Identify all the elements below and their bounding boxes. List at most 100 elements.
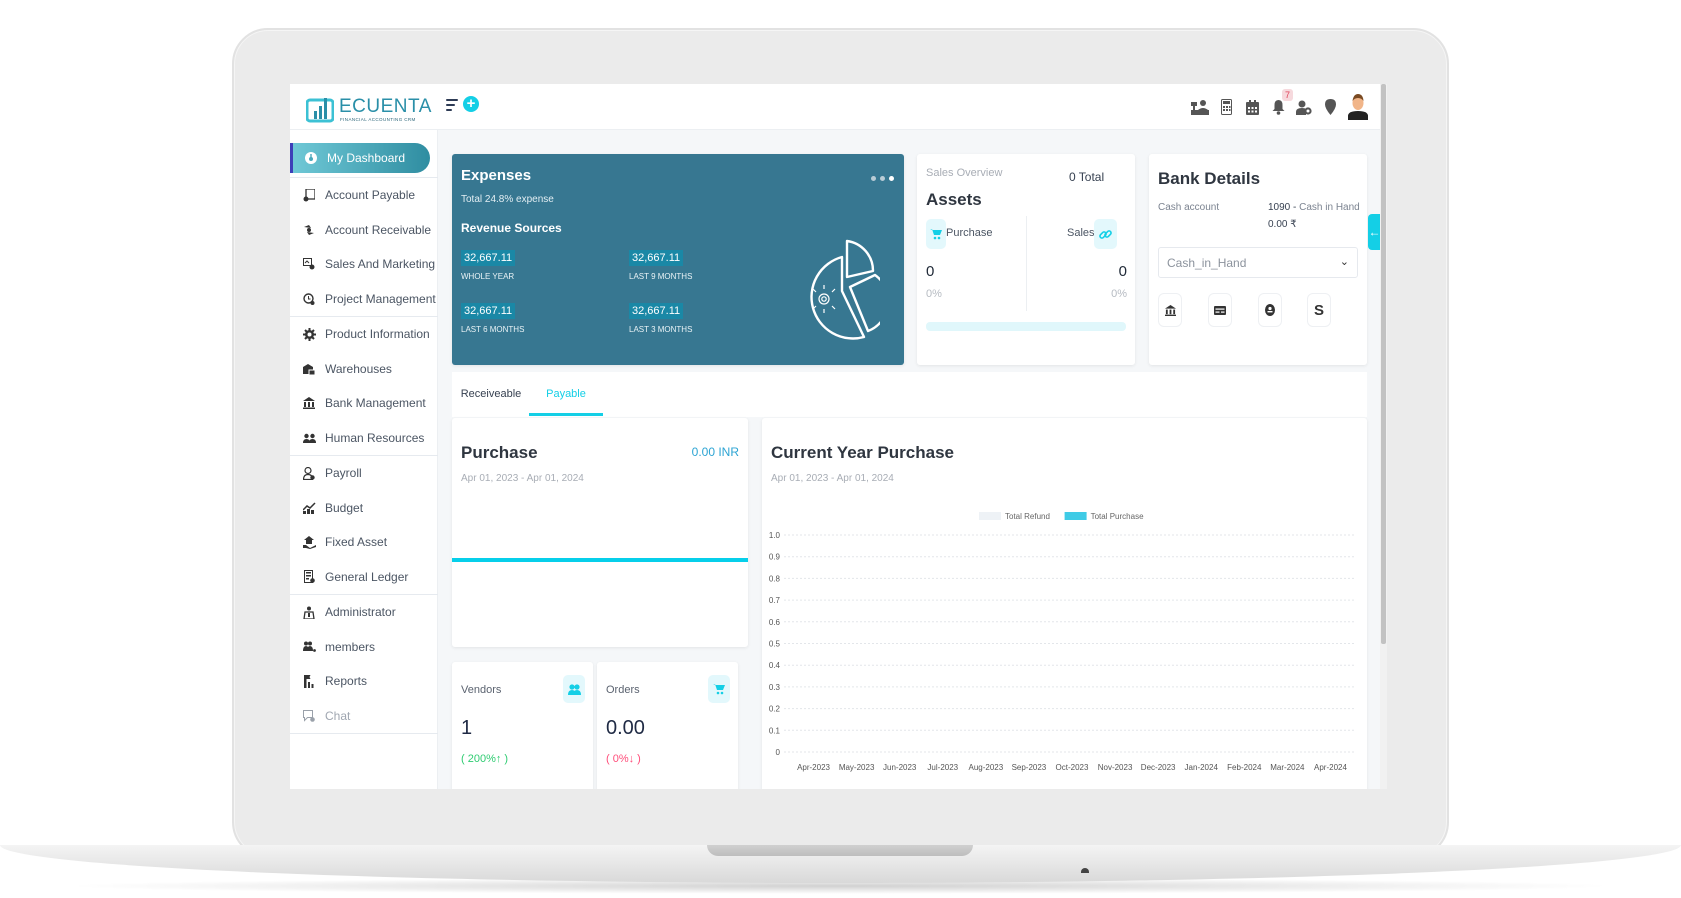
stat-last-6-months: 32,667.11 LAST 6 MONTHS — [461, 301, 524, 334]
column-divider — [1026, 216, 1027, 311]
assets-title: Assets — [926, 190, 982, 209]
add-button[interactable]: + — [463, 96, 479, 112]
user-clock-icon[interactable] — [1295, 98, 1313, 116]
dashboard-icon — [304, 151, 318, 165]
bank-details-title: Bank Details — [1158, 169, 1261, 188]
orders-change: ( 0%↓ ) — [606, 753, 641, 765]
bank-button[interactable] — [1158, 293, 1182, 327]
y-tick-label: 0.1 — [769, 726, 781, 735]
sidebar-item-human-resources[interactable]: Human Resources — [290, 421, 438, 456]
x-tick-label: Jan-2024 — [1185, 763, 1219, 772]
sidebar-item-label: Administrator — [325, 605, 396, 620]
x-tick-label: Nov-2023 — [1098, 763, 1133, 772]
sidebar-item-administrator[interactable]: Administrator — [290, 595, 438, 630]
top-bar: ECUENTA FINANCIAL ACCOUNTING CRM + 7 — [290, 84, 1387, 130]
x-tick-label: Jun-2023 — [883, 763, 917, 772]
project-icon — [302, 292, 316, 306]
chat-icon — [302, 709, 316, 723]
sales-value: 0 — [1118, 263, 1127, 280]
user-avatar-icon[interactable] — [1347, 94, 1369, 120]
stat-last-9-months: 32,667.11 LAST 9 MONTHS — [629, 248, 692, 281]
laptop-led — [1081, 868, 1089, 873]
menu-toggle-button[interactable] — [446, 99, 458, 111]
sidebar-item-account-payable[interactable]: Account Payable — [290, 178, 438, 213]
sidebar-item-members[interactable]: members — [290, 630, 438, 665]
sidebar-item-label: Payroll — [325, 466, 362, 481]
legend-label: Total Refund — [1005, 512, 1050, 521]
wallet-button[interactable] — [1258, 293, 1282, 327]
legend-label: Total Purchase — [1091, 512, 1144, 521]
card-icon — [1214, 305, 1226, 315]
assets-card: Sales Overview 0 Total Assets Purchase S… — [917, 154, 1135, 365]
map-pin-icon[interactable] — [1321, 98, 1339, 116]
stat-label: LAST 6 MONTHS — [461, 325, 525, 334]
logo-icon — [306, 98, 334, 123]
sidebar-item-label: Account Receivable — [325, 222, 432, 237]
x-tick-label: Apr-2023 — [797, 763, 830, 772]
sidebar-item-general-ledger[interactable]: General Ledger — [290, 560, 438, 595]
x-tick-label: Dec-2023 — [1141, 763, 1176, 772]
stat-value: 32,667.11 — [629, 303, 684, 319]
cashier-icon[interactable] — [1191, 98, 1209, 116]
x-tick-label: Aug-2023 — [968, 763, 1003, 772]
sidebar-item-my-dashboard[interactable]: My Dashboard — [290, 143, 430, 173]
scrollbar-thumb[interactable] — [1381, 84, 1386, 644]
notifications-bell-icon[interactable]: 7 — [1269, 89, 1293, 116]
laptop-mockup: ECUENTA FINANCIAL ACCOUNTING CRM + 7 My … — [0, 0, 1681, 898]
dollar-icon: S — [1313, 301, 1324, 319]
x-tick-label: Jul-2023 — [927, 763, 958, 772]
legend-swatch — [979, 512, 1001, 520]
vendors-value: 1 — [461, 717, 473, 739]
purchase-title: Purchase — [461, 443, 538, 462]
sidebar-item-fixed-asset[interactable]: Fixed Asset — [290, 525, 438, 560]
dollar-button[interactable]: S — [1307, 293, 1331, 327]
stat-value: 32,667.11 — [461, 250, 516, 266]
account-separator: - — [1290, 202, 1300, 213]
sidebar-item-chat[interactable]: Chat — [290, 699, 438, 734]
receivable-icon — [302, 223, 316, 237]
sidebar-item-budget[interactable]: Budget — [290, 491, 438, 526]
purchase-amount: 0.00 INR — [691, 445, 739, 459]
calendar-icon[interactable] — [1243, 98, 1261, 116]
sidebar-item-bank-management[interactable]: Bank Management — [290, 386, 438, 421]
sidebar-item-payroll[interactable]: Payroll — [290, 456, 438, 491]
shopping-cart-icon — [926, 219, 946, 249]
gear-icon — [302, 327, 316, 341]
budget-icon — [302, 501, 316, 515]
sidebar-item-label: Warehouses — [325, 361, 392, 376]
page-scrollbar[interactable] — [1380, 84, 1387, 789]
x-tick-label: May-2023 — [839, 763, 875, 772]
y-tick-label: 1.0 — [769, 531, 781, 540]
cash-account-value: 1090 - Cash in Hand — [1268, 202, 1360, 213]
sidebar-item-label: Project Management — [325, 291, 436, 306]
account-select[interactable]: Cash_in_Hand ⌄ — [1158, 247, 1358, 278]
stat-value: 32,667.11 — [629, 250, 684, 266]
sidebar-item-label: members — [325, 639, 376, 654]
stat-whole-year: 32,667.11 WHOLE YEAR — [461, 248, 516, 281]
y-tick-label: 0.7 — [769, 596, 781, 605]
calculator-icon[interactable] — [1217, 98, 1235, 116]
purchase-percent: 0% — [926, 288, 942, 300]
sidebar-item-account-receivable[interactable]: Account Receivable — [290, 213, 438, 248]
y-tick-label: 0.5 — [769, 640, 781, 649]
revenue-sources-title: Revenue Sources — [461, 221, 562, 235]
admin-icon — [302, 605, 316, 619]
sidebar-item-reports[interactable]: Reports — [290, 664, 438, 699]
app-screen: ECUENTA FINANCIAL ACCOUNTING CRM + 7 My … — [290, 84, 1387, 789]
vendors-card: Vendors 1 ( 200%↑ ) — [452, 662, 593, 789]
purchase-card: Purchase 0.00 INR Apr 01, 2023 - Apr 01,… — [452, 418, 748, 647]
x-tick-label: Mar-2024 — [1270, 763, 1305, 772]
sidebar-item-warehouses[interactable]: Warehouses — [290, 352, 438, 387]
y-tick-label: 0.6 — [769, 618, 781, 627]
orders-label: Orders — [606, 684, 640, 696]
orders-value: 0.00 — [606, 717, 645, 739]
tab-receiveable[interactable]: Receiveable — [452, 372, 530, 416]
sidebar-item-label: Human Resources — [325, 430, 425, 445]
more-options-icon[interactable] — [871, 176, 894, 181]
sidebar-item-product-information[interactable]: Product Information — [290, 317, 438, 352]
sidebar-item-sales-and-marketing[interactable]: Sales And Marketing — [290, 247, 438, 282]
brand-logo[interactable]: ECUENTA FINANCIAL ACCOUNTING CRM — [306, 94, 431, 126]
tab-payable[interactable]: Payable — [529, 372, 603, 416]
sidebar-item-project-management[interactable]: Project Management — [290, 282, 438, 317]
card-button[interactable] — [1208, 293, 1232, 327]
